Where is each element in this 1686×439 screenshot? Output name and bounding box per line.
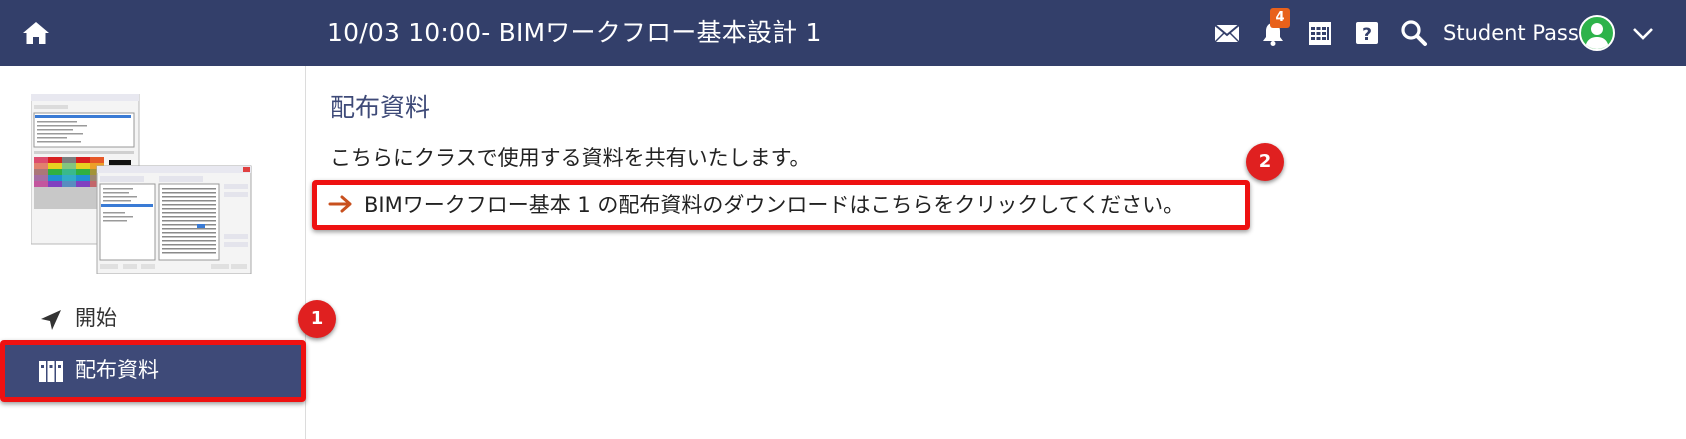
home-icon[interactable] [22,20,50,46]
callout-marker-1: 1 [298,300,336,338]
sidebar-item-label: 開始 [75,306,117,330]
highlight-box-2 [312,180,1250,230]
course-thumbnail[interactable] [30,93,271,275]
svg-text:?: ? [1362,25,1372,45]
navigation-arrow-icon [38,307,64,333]
top-header: 10/03 10:00- BIMワークフロー基本設計 1 4 ? Student… [0,0,1686,66]
description-text: こちらにクラスで使用する資料を共有いたします。 [330,146,811,170]
section-title: 配布資料 [330,93,431,122]
help-icon[interactable]: ? [1353,19,1381,47]
calendar-icon[interactable] [1306,19,1334,47]
notification-count-badge: 4 [1270,8,1290,28]
page-title: 10/03 10:00- BIMワークフロー基本設計 1 [327,18,822,47]
mail-icon[interactable] [1213,19,1241,47]
user-avatar-icon[interactable] [1579,15,1615,51]
search-icon[interactable] [1400,19,1428,47]
callout-marker-2: 2 [1246,143,1284,181]
chevron-down-icon[interactable] [1632,26,1654,40]
user-name[interactable]: Student Pass [1443,19,1579,47]
highlight-box-1 [0,340,306,402]
